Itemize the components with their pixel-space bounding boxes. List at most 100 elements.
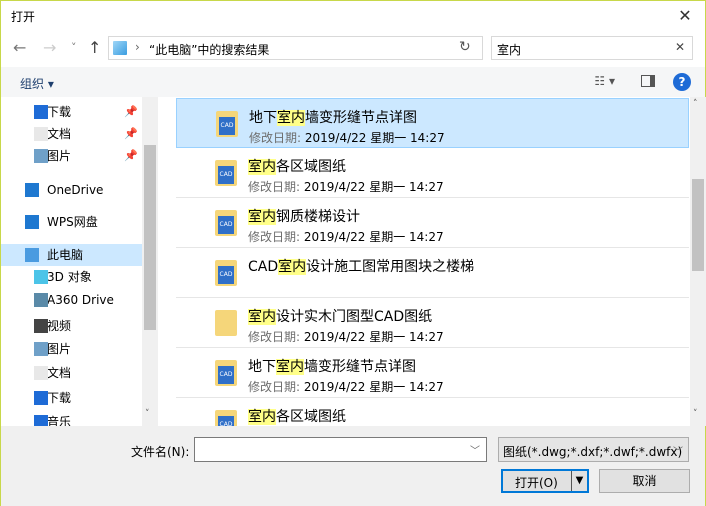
name-part: 地下	[249, 110, 277, 126]
sidebar-item-label: 下载	[47, 105, 72, 119]
cloud-icon	[25, 183, 39, 197]
search-highlight: 室内	[278, 259, 307, 275]
modified-label: 修改日期:	[248, 330, 301, 344]
organize-menu[interactable]: 组织 ▾	[20, 75, 54, 92]
chevron-down-icon[interactable]: ﹀	[470, 442, 480, 457]
sidebar-item-label: 下载	[47, 391, 72, 405]
file-row[interactable]: CAD 室内各区域图纸	[176, 398, 689, 426]
sidebar-item[interactable]: 视频	[1, 315, 142, 337]
scroll-up-icon[interactable]: ˄	[693, 99, 698, 109]
forward-button[interactable]: →	[43, 38, 56, 57]
search-highlight: 室内	[277, 110, 305, 126]
sidebar-item[interactable]: 下载 📌	[1, 101, 142, 123]
search-results-icon	[113, 41, 127, 55]
chevron-down-icon: ﹀	[673, 447, 683, 458]
file-meta: 修改日期: 2019/4/22 星期一 14:27	[248, 378, 444, 395]
sidebar-item[interactable]: 图片	[1, 338, 142, 360]
name-part: 墙变形缝节点详图	[305, 110, 417, 126]
back-button[interactable]: ←	[13, 38, 26, 57]
toolbar: 组织 ▾ ☷ ▾ ?	[1, 67, 705, 97]
file-name: 地下室内墙变形缝节点详图	[249, 107, 417, 127]
sidebar-item[interactable]: 此电脑	[1, 244, 142, 266]
cad-file-icon: CAD	[215, 160, 237, 186]
sidebar-item[interactable]: 文档 📌	[1, 123, 142, 145]
file-meta: 修改日期: 2019/4/22 星期一 14:27	[248, 328, 444, 345]
sidebar-item[interactable]: 下载	[1, 387, 142, 409]
cancel-button[interactable]: 取消	[599, 469, 690, 493]
up-button[interactable]: ↑	[88, 38, 101, 57]
name-part: CAD	[248, 259, 279, 275]
file-name: 室内设计实木门图型CAD图纸	[248, 306, 432, 326]
search-highlight: 室内	[248, 159, 276, 175]
modified-date: 2019/4/22 星期一 14:27	[303, 180, 444, 194]
modified-label: 修改日期:	[248, 380, 301, 394]
sidebar-item-label: WPS网盘	[47, 215, 98, 229]
name-part: 墙变形缝节点详图	[304, 359, 416, 375]
search-input[interactable]: 室内 ✕	[491, 36, 693, 60]
sidebar-scrollbar[interactable]: ˅	[142, 97, 158, 426]
sidebar-item-label: 图片	[47, 342, 72, 356]
modified-date: 2019/4/22 星期一 14:27	[303, 230, 444, 244]
file-row[interactable]: CAD CAD室内设计施工图常用图块之楼梯	[176, 248, 689, 298]
sidebar-item[interactable]: OneDrive	[1, 179, 142, 201]
address-bar[interactable]: › “此电脑”中的搜索结果	[108, 36, 483, 60]
computer-icon	[25, 248, 39, 262]
pin-icon: 📌	[124, 149, 138, 162]
navigation-pane: 下载 📌 文档 📌 图片 📌 OneDrive WPS网盘 此电脑 3D 对象 …	[1, 97, 158, 426]
drive-icon	[34, 293, 48, 307]
preview-pane-icon[interactable]	[641, 75, 655, 87]
file-name: 室内各区域图纸	[248, 406, 346, 426]
filetype-value: 图纸(*.dwg;*.dxf;*.dwf;*.dwfx)	[503, 445, 683, 459]
sidebar-item[interactable]: 3D 对象	[1, 266, 142, 288]
cad-file-icon: CAD	[215, 410, 237, 426]
pin-icon: 📌	[124, 127, 138, 140]
refresh-button[interactable]: ↻	[459, 39, 471, 55]
close-button[interactable]: ✕	[673, 4, 697, 28]
folder-icon	[215, 310, 237, 336]
filename-label: 文件名(N):	[131, 445, 190, 459]
sidebar-item[interactable]: 文档	[1, 362, 142, 384]
scroll-down-icon[interactable]: ˅	[145, 409, 150, 419]
sidebar-item[interactable]: WPS网盘	[1, 211, 142, 233]
recent-locations-button[interactable]: ˅	[71, 41, 77, 54]
file-row[interactable]: CAD 室内钢质楼梯设计 修改日期: 2019/4/22 星期一 14:27	[176, 198, 689, 248]
pictures-icon	[34, 149, 48, 163]
download-icon	[34, 105, 48, 119]
modified-label: 修改日期:	[248, 230, 301, 244]
file-list: CAD 地下室内墙变形缝节点详图 修改日期: 2019/4/22 星期一 14:…	[159, 97, 690, 426]
filename-input[interactable]: ﹀	[194, 437, 487, 462]
name-part: 设计实木门图型CAD图纸	[276, 309, 433, 325]
clear-search-button[interactable]: ✕	[675, 40, 685, 54]
view-options-button[interactable]: ☷ ▾	[594, 74, 615, 88]
file-meta: 修改日期: 2019/4/22 星期一 14:27	[249, 129, 445, 146]
file-row[interactable]: CAD 地下室内墙变形缝节点详图 修改日期: 2019/4/22 星期一 14:…	[176, 348, 689, 398]
sidebar-item-label: OneDrive	[47, 183, 104, 197]
document-icon	[34, 366, 48, 380]
open-button[interactable]: 打开(O) ▼	[501, 469, 589, 493]
sidebar-item[interactable]: 图片 📌	[1, 145, 142, 167]
file-row[interactable]: CAD 地下室内墙变形缝节点详图 修改日期: 2019/4/22 星期一 14:…	[176, 98, 689, 148]
chevron-right-icon: ›	[135, 40, 140, 54]
modified-date: 2019/4/22 星期一 14:27	[303, 330, 444, 344]
video-icon	[34, 319, 48, 333]
file-meta: 修改日期: 2019/4/22 星期一 14:27	[248, 228, 444, 245]
filetype-select[interactable]: 图纸(*.dwg;*.dxf;*.dwf;*.dwfx) ﹀	[498, 437, 689, 462]
file-row[interactable]: CAD 室内各区域图纸 修改日期: 2019/4/22 星期一 14:27	[176, 148, 689, 198]
open-dropdown-icon[interactable]: ▼	[571, 471, 587, 491]
sidebar-item-label: 此电脑	[47, 248, 84, 262]
sidebar-item[interactable]: 音乐	[1, 411, 142, 426]
name-part: 设计施工图常用图块之楼梯	[306, 259, 475, 275]
file-row[interactable]: 室内设计实木门图型CAD图纸 修改日期: 2019/4/22 星期一 14:27	[176, 298, 689, 348]
scroll-down-icon[interactable]: ˅	[693, 409, 698, 419]
sidebar-scroll-thumb[interactable]	[144, 145, 156, 330]
modified-date: 2019/4/22 星期一 14:27	[304, 131, 445, 145]
file-list-scrollbar[interactable]: ˄ ˅	[690, 97, 706, 426]
file-list-scroll-thumb[interactable]	[692, 179, 704, 271]
document-icon	[34, 127, 48, 141]
open-button-label: 打开(O)	[515, 476, 558, 490]
cad-file-icon: CAD	[215, 260, 237, 286]
help-button[interactable]: ?	[673, 73, 691, 91]
sidebar-item-label: 文档	[47, 127, 72, 141]
address-path: “此电脑”中的搜索结果	[149, 43, 270, 57]
sidebar-item[interactable]: A360 Drive	[1, 289, 142, 311]
